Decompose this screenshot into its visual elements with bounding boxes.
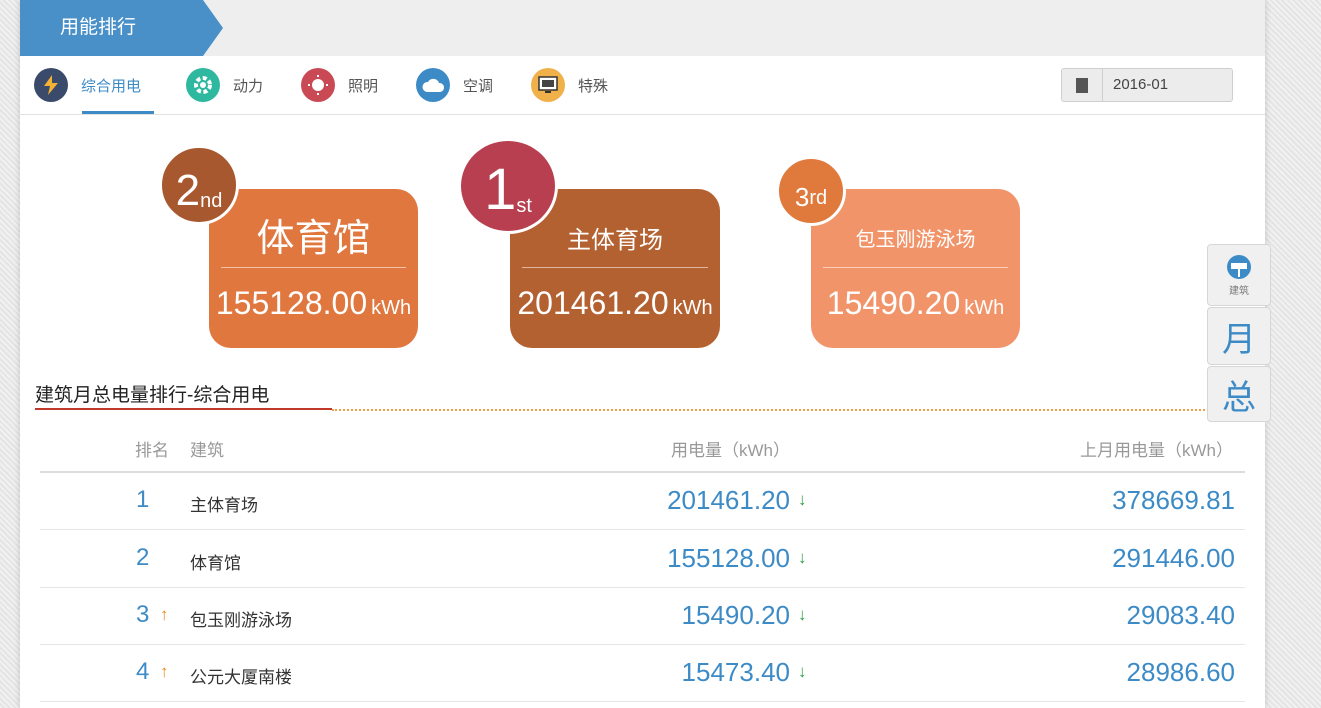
side-nav-total[interactable]: 总: [1207, 366, 1271, 422]
tab-air-conditioning[interactable]: 空调: [416, 68, 493, 102]
rank-up-arrow-icon: ↑: [160, 605, 169, 624]
rank-card-3[interactable]: 包玉刚游泳场 15490.20 kWh: [811, 189, 1020, 348]
side-nav-building[interactable]: 建筑: [1207, 244, 1271, 306]
row-current-usage: 15490.20: [681, 600, 790, 630]
section-divider: [332, 409, 1212, 411]
card-building-name: 主体育场: [567, 227, 663, 254]
tab-lighting[interactable]: 照明: [301, 68, 378, 102]
card-building-name: 体育馆: [256, 218, 371, 260]
tab-comprehensive[interactable]: 综合用电: [34, 68, 141, 102]
tab-label: 动力: [233, 77, 264, 95]
row-rank: 3: [136, 601, 150, 628]
section-title: 建筑月总电量排行-综合用电: [35, 385, 270, 406]
trend-down-arrow-icon: ↓: [798, 605, 807, 624]
row-building-name: 体育馆: [190, 554, 241, 573]
rank-up-arrow-icon: ↑: [160, 662, 169, 681]
row-building-name: 公元大厦南楼: [190, 668, 292, 687]
trend-down-arrow-icon: ↓: [798, 548, 807, 567]
tab-label: 照明: [348, 77, 379, 95]
tab-special[interactable]: 特殊: [531, 68, 608, 102]
tab-power[interactable]: 动力: [186, 68, 263, 102]
card-divider: [823, 267, 1008, 268]
card-divider: [221, 267, 406, 268]
lightning-icon: [34, 68, 68, 102]
card-divider: [522, 267, 708, 268]
side-nav-total-label: 总: [1222, 378, 1256, 417]
lightbulb-icon: [301, 68, 335, 102]
cloud-icon: [416, 68, 450, 102]
date-picker[interactable]: 2016-01: [1061, 68, 1233, 102]
header-current-usage: 用电量（kWh）: [671, 441, 790, 460]
header-rank: 排名: [135, 441, 169, 460]
rank-badge-3: 3rd: [776, 156, 846, 226]
tab-label: 特殊: [578, 77, 609, 95]
trend-down-arrow-icon: ↓: [798, 662, 807, 681]
side-nav-month[interactable]: 月: [1207, 307, 1271, 365]
signpost-icon: [1227, 254, 1251, 279]
page-title: 用能排行: [20, 0, 223, 56]
trend-down-arrow-icon: ↓: [798, 490, 807, 509]
table-row[interactable]: 2 体育馆 155128.00 ↓ 291446.00: [40, 530, 1245, 588]
row-current-usage: 155128.00: [667, 543, 790, 573]
card-value: 155128.00 kWh: [215, 285, 412, 321]
row-previous-usage: 28986.60: [1126, 657, 1235, 687]
date-value: 2016-01: [1113, 76, 1169, 93]
row-previous-usage: 378669.81: [1112, 485, 1235, 515]
monitor-icon: [531, 68, 565, 102]
gear-icon: [186, 68, 220, 102]
row-rank: 1: [136, 486, 150, 513]
row-rank: 2: [136, 544, 150, 571]
card-value: 15490.20 kWh: [826, 285, 1005, 321]
row-building-name: 主体育场: [190, 496, 258, 515]
tab-label: 综合用电: [81, 77, 142, 95]
active-tab-indicator: [82, 111, 154, 114]
card-building-name: 包玉刚游泳场: [855, 229, 976, 251]
row-previous-usage: 291446.00: [1112, 543, 1235, 573]
header-previous-usage: 上月用电量（kWh）: [1080, 441, 1233, 460]
rank-badge-1: 1st: [458, 138, 558, 234]
card-value: 201461.20 kWh: [517, 285, 713, 321]
tab-label: 空调: [463, 77, 494, 95]
row-building-name: 包玉刚游泳场: [190, 611, 292, 630]
table-row[interactable]: 1 主体育场 201461.20 ↓ 378669.81: [40, 472, 1245, 530]
side-nav-month-label: 月: [1222, 320, 1256, 359]
calendar-icon: [1062, 69, 1103, 101]
row-current-usage: 15473.40: [681, 657, 790, 687]
table-row[interactable]: 3 ↑ 包玉刚游泳场 15490.20 ↓ 29083.40: [40, 587, 1245, 645]
rank-badge-2: 2nd: [159, 145, 239, 225]
section-title-underline: [35, 408, 332, 410]
row-current-usage: 201461.20: [667, 485, 790, 515]
main-panel: 用能排行 综合用电 动力 照明 空调 特殊 2016-01 体育馆 155128…: [20, 0, 1265, 708]
row-previous-usage: 29083.40: [1126, 600, 1235, 630]
rank-card-2[interactable]: 体育馆 155128.00 kWh: [209, 189, 418, 348]
row-rank: 4: [136, 658, 150, 685]
side-nav-building-label: 建筑: [1229, 285, 1249, 297]
title-bar: 用能排行: [20, 0, 1265, 56]
table-row[interactable]: 4 ↑ 公元大厦南楼 15473.40 ↓ 28986.60: [40, 644, 1245, 702]
header-building: 建筑: [190, 441, 224, 460]
